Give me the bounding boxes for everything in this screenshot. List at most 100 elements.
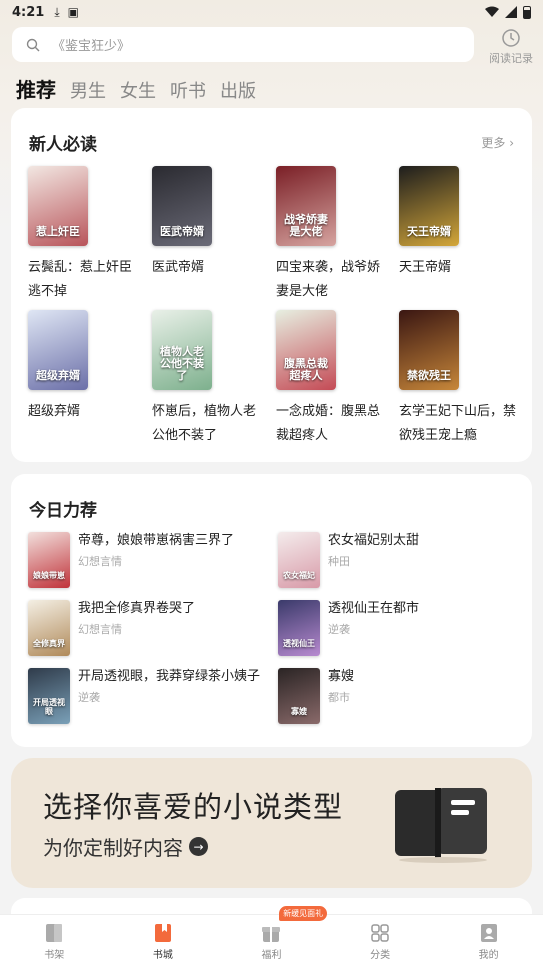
book-item[interactable]: 天王帝婿 天王帝婿: [399, 166, 509, 280]
profile-icon: [480, 924, 497, 942]
cover-text: 医武帝婿: [160, 225, 204, 238]
recommend-item[interactable]: 农女福妃 农女福妃别太甜 种田: [278, 532, 419, 588]
book-title: 透视仙王在都市: [328, 601, 420, 616]
book-item[interactable]: 战爷娇妻是大佬 四宝来袭，战爷娇妻是大佬: [276, 166, 386, 304]
book-category: 幻想言情: [78, 623, 122, 636]
recommend-item[interactable]: 开局透视眼 开局透视眼，我莽穿绿茶小姨子 逆袭: [28, 668, 260, 724]
nav-profile[interactable]: 我的: [434, 915, 543, 965]
tab-recommend[interactable]: 推荐: [16, 74, 56, 103]
welfare-badge: 新缓见面礼: [279, 906, 328, 921]
cover-text: 寡嫂: [291, 707, 307, 716]
book-cover: 腹黑总裁超疼人: [276, 310, 336, 390]
download-icon: ⤓: [54, 4, 60, 19]
book-cover: 天王帝婿: [399, 166, 459, 246]
banner-subtitle-row: 为你定制好内容 →: [43, 832, 208, 861]
book-title: 我把全修真界卷哭了: [78, 601, 196, 616]
daily-recommend-section: 今日力荐 娘娘带崽 帝尊，娘娘带崽祸害三界了 幻想言情 农女福妃 农女福妃别太甜种…: [11, 474, 532, 747]
tab-audiobooks[interactable]: 听书: [170, 77, 206, 103]
cover-text: 禁欲残王: [407, 369, 451, 382]
more-label: 更多: [481, 136, 506, 150]
tab-published[interactable]: 出版: [220, 77, 256, 103]
tab-male[interactable]: 男生: [70, 77, 106, 103]
book-cover: 寡嫂: [278, 668, 320, 724]
wifi-icon: [485, 6, 499, 17]
status-bar: 4:21 ⤓ ▣: [0, 0, 543, 24]
cover-text: 腹黑总裁超疼人: [284, 357, 328, 382]
banner-subtitle: 为你定制好内容: [43, 836, 183, 860]
clock-icon: [502, 29, 520, 47]
book-cover: 植物人老公他不装了: [152, 310, 212, 390]
cover-text: 超级弃婿: [36, 369, 80, 382]
book-item[interactable]: 医武帝婿 医武帝婿: [152, 166, 262, 280]
book-category: 幻想言情: [78, 555, 122, 568]
recommend-item[interactable]: 寡嫂 寡嫂 都市: [278, 668, 354, 724]
book-title: 玄学王妃下山后，禁欲残王宠上瘾: [399, 404, 517, 443]
book-cover: 医武帝婿: [152, 166, 212, 246]
genre-preference-banner[interactable]: 选择你喜爱的小说类型 为你定制好内容 →: [11, 758, 532, 888]
recommend-item[interactable]: 透视仙王 透视仙王在都市 逆袭: [278, 600, 419, 656]
book-title: 四宝来袭，战爷娇妻是大佬: [276, 260, 381, 299]
book-cover: 开局透视眼: [28, 668, 70, 724]
cover-text: 开局透视眼: [33, 698, 65, 716]
battery-icon: [523, 5, 531, 19]
book-item[interactable]: 惹上奸臣 云鬓乱：惹上奸臣逃不掉: [28, 166, 138, 304]
nav-label: 福利: [261, 950, 282, 961]
book-title: 天王帝婿: [399, 260, 452, 275]
book-title: 超级弃婿: [28, 404, 81, 419]
cover-text: 透视仙王: [283, 639, 315, 648]
bookstore-icon: [154, 924, 171, 942]
cover-text: 全修真界: [33, 639, 65, 648]
book-title: 开局透视眼，我莽穿绿茶小姨子: [78, 669, 261, 684]
cover-text: 天王帝婿: [407, 225, 451, 238]
open-book-icon: [395, 788, 487, 863]
recommend-item[interactable]: 全修真界 我把全修真界卷哭了 幻想言情: [28, 600, 195, 656]
book-cover: 娘娘带崽: [28, 532, 70, 588]
book-cover: 禁欲残王: [399, 310, 459, 390]
chevron-right-icon: ›: [509, 136, 514, 150]
book-cover: 全修真界: [28, 600, 70, 656]
book-item[interactable]: 腹黑总裁超疼人 一念成婚：腹黑总裁超疼人: [276, 310, 386, 448]
book-title: 云鬓乱：惹上奸臣逃不掉: [28, 260, 133, 299]
book-title: 寡嫂: [328, 669, 355, 684]
nav-label: 分类: [370, 950, 391, 961]
category-tabs: 推荐 男生 女生 听书 出版: [16, 74, 256, 103]
book-title: 医武帝婿: [152, 260, 205, 275]
cover-text: 惹上奸臣: [36, 225, 80, 238]
nav-bookstore[interactable]: 书城: [109, 915, 218, 965]
newcomer-section: 新人必读 更多 › 惹上奸臣 云鬓乱：惹上奸臣逃不掉 医武帝婿 医武帝婿 战爷娇…: [11, 108, 532, 462]
search-icon: [26, 38, 40, 51]
book-item[interactable]: 超级弃婿 超级弃婿: [28, 310, 138, 424]
reading-history-label: 阅读记录: [489, 52, 533, 65]
arrow-right-icon: →: [189, 837, 208, 856]
nav-label: 书城: [152, 950, 173, 961]
gift-icon: [262, 927, 281, 942]
book-category: 逆袭: [328, 623, 350, 636]
search-input[interactable]: 《鉴宝狂少》: [12, 27, 474, 62]
book-cover: 透视仙王: [278, 600, 320, 656]
nav-label: 书架: [44, 950, 65, 961]
book-cover: 战爷娇妻是大佬: [276, 166, 336, 246]
book-title: 帝尊，娘娘带崽祸害三界了: [78, 533, 235, 548]
book-item[interactable]: 植物人老公他不装了 怀崽后，植物人老公他不装了: [152, 310, 262, 448]
tab-female[interactable]: 女生: [120, 77, 156, 103]
status-time: 4:21: [12, 4, 45, 20]
search-placeholder: 《鉴宝狂少》: [52, 39, 131, 54]
bookshelf-icon: [46, 924, 63, 942]
notification-icon: ▣: [67, 5, 79, 19]
cover-text: 娘娘带崽: [33, 571, 65, 580]
book-cover: 惹上奸臣: [28, 166, 88, 246]
section-title: 今日力荐: [29, 501, 97, 521]
book-cover: 超级弃婿: [28, 310, 88, 390]
reading-history-button[interactable]: 阅读记录: [484, 28, 538, 68]
nav-bookshelf[interactable]: 书架: [0, 915, 109, 965]
cover-text: 植物人老公他不装了: [160, 345, 204, 382]
section-title: 新人必读: [29, 135, 97, 155]
signal-icon: [505, 6, 517, 18]
banner-title: 选择你喜爱的小说类型: [43, 790, 344, 824]
book-category: 逆袭: [78, 691, 100, 704]
nav-category[interactable]: 分类: [326, 915, 435, 965]
recommend-item[interactable]: 娘娘带崽 帝尊，娘娘带崽祸害三界了 幻想言情: [28, 532, 234, 588]
nav-welfare[interactable]: 新缓见面礼 福利: [217, 906, 328, 965]
book-item[interactable]: 禁欲残王 玄学王妃下山后，禁欲残王宠上瘾: [399, 310, 519, 448]
more-link[interactable]: 更多 ›: [481, 134, 514, 151]
